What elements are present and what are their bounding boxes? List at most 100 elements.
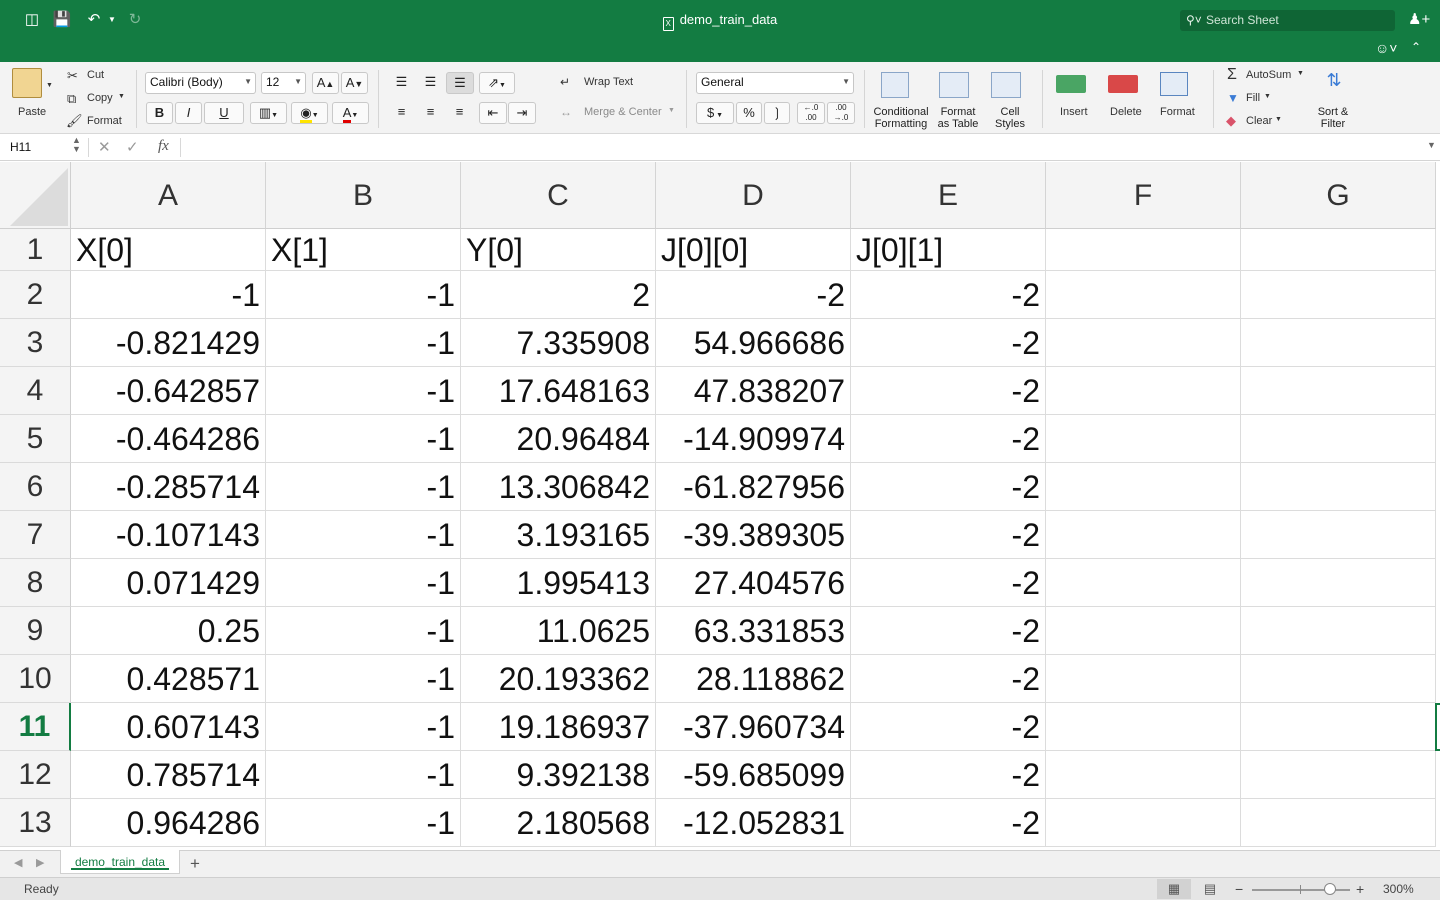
align-middle-button[interactable]: ☰ — [417, 72, 444, 94]
column-header-d[interactable]: D — [656, 162, 851, 229]
format-as-table-icon[interactable] — [939, 72, 969, 98]
next-sheet-icon[interactable]: ▶ — [36, 856, 44, 869]
row-header-4[interactable]: 4 — [0, 367, 71, 415]
zoom-out-button[interactable]: − — [1235, 878, 1243, 900]
cell-f6[interactable] — [1046, 463, 1241, 511]
fill-button[interactable]: Fill — [1246, 92, 1260, 104]
align-bottom-button[interactable]: ☰ — [446, 72, 474, 94]
cell-a11[interactable]: 0.607143 — [71, 703, 266, 751]
cell-f13[interactable] — [1046, 799, 1241, 847]
cell-d5[interactable]: -14.909974 — [656, 415, 851, 463]
delete-cells-icon[interactable] — [1108, 75, 1138, 93]
cell-d13[interactable]: -12.052831 — [656, 799, 851, 847]
zoom-level[interactable]: 300% — [1383, 878, 1414, 900]
align-left-button[interactable]: ≡ — [388, 102, 415, 124]
cell-g8[interactable] — [1241, 559, 1436, 607]
row-header-1[interactable]: 1 — [0, 229, 71, 271]
cell-c5[interactable]: 20.96484 — [461, 415, 656, 463]
increase-font-size-button[interactable]: A▲ — [312, 72, 339, 94]
zoom-in-button[interactable]: + — [1356, 878, 1364, 900]
cell-b1[interactable]: X[1] — [266, 229, 461, 271]
search-sheet-input[interactable]: ⚲˅ Search Sheet — [1180, 10, 1395, 31]
add-sheet-button[interactable]: + — [190, 854, 200, 874]
row-header-5[interactable]: 5 — [0, 415, 71, 463]
cell-d2[interactable]: -2 — [656, 271, 851, 319]
cell-d7[interactable]: -39.389305 — [656, 511, 851, 559]
cell-g6[interactable] — [1241, 463, 1436, 511]
bold-button[interactable]: B — [146, 102, 173, 124]
cell-e1[interactable]: J[0][1] — [851, 229, 1046, 271]
cell-b9[interactable]: -1 — [266, 607, 461, 655]
cell-c8[interactable]: 1.995413 — [461, 559, 656, 607]
row-header-6[interactable]: 6 — [0, 463, 71, 511]
cell-e2[interactable]: -2 — [851, 271, 1046, 319]
align-right-button[interactable]: ≡ — [446, 102, 473, 124]
row-header-2[interactable]: 2 — [0, 271, 71, 319]
cell-c10[interactable]: 20.193362 — [461, 655, 656, 703]
cell-c3[interactable]: 7.335908 — [461, 319, 656, 367]
insert-button[interactable]: Insert — [1060, 106, 1088, 118]
italic-button[interactable]: I — [175, 102, 202, 124]
cell-b10[interactable]: -1 — [266, 655, 461, 703]
cell-c6[interactable]: 13.306842 — [461, 463, 656, 511]
cell-styles-button[interactable]: Cell Styles — [988, 106, 1032, 130]
cell-a3[interactable]: -0.821429 — [71, 319, 266, 367]
name-box[interactable]: H11 — [6, 137, 82, 158]
cell-d10[interactable]: 28.118862 — [656, 655, 851, 703]
wrap-text-button[interactable]: Wrap Text — [584, 76, 633, 88]
paste-icon[interactable] — [12, 68, 42, 98]
cell-e6[interactable]: -2 — [851, 463, 1046, 511]
normal-view-button[interactable]: ▦ — [1157, 879, 1191, 899]
align-center-button[interactable]: ≡ — [417, 102, 444, 124]
column-header-c[interactable]: C — [461, 162, 656, 229]
cell-b13[interactable]: -1 — [266, 799, 461, 847]
cell-g2[interactable] — [1241, 271, 1436, 319]
cell-g13[interactable] — [1241, 799, 1436, 847]
clear-button[interactable]: Clear — [1246, 115, 1272, 127]
column-header-e[interactable]: E — [851, 162, 1046, 229]
clear-dropdown-icon[interactable]: ▼ — [1275, 116, 1282, 123]
cell-e10[interactable]: -2 — [851, 655, 1046, 703]
cell-e13[interactable]: -2 — [851, 799, 1046, 847]
cell-d11[interactable]: -37.960734 — [656, 703, 851, 751]
cell-b11[interactable]: -1 — [266, 703, 461, 751]
cell-a9[interactable]: 0.25 — [71, 607, 266, 655]
column-header-g[interactable]: G — [1241, 162, 1436, 229]
row-header-7[interactable]: 7 — [0, 511, 71, 559]
collapse-ribbon-icon[interactable]: ⌃ — [1411, 40, 1421, 54]
paste-button[interactable]: Paste — [18, 106, 46, 118]
underline-button[interactable]: U — [204, 102, 244, 124]
align-top-button[interactable]: ☰ — [388, 72, 415, 94]
cell-d4[interactable]: 47.838207 — [656, 367, 851, 415]
row-header-11[interactable]: 11 — [0, 703, 71, 751]
cell-c1[interactable]: Y[0] — [461, 229, 656, 271]
sort-filter-icon[interactable]: ⇅ — [1314, 70, 1354, 98]
cell-f1[interactable] — [1046, 229, 1241, 271]
paste-dropdown-icon[interactable]: ▼ — [46, 82, 53, 89]
copy-button[interactable]: Copy — [87, 92, 113, 104]
cut-button[interactable]: Cut — [87, 69, 104, 81]
row-header-3[interactable]: 3 — [0, 319, 71, 367]
cell-f7[interactable] — [1046, 511, 1241, 559]
cell-c9[interactable]: 11.0625 — [461, 607, 656, 655]
font-color-button[interactable]: A▼ — [332, 102, 369, 124]
cell-e12[interactable]: -2 — [851, 751, 1046, 799]
feedback-smiley-icon[interactable]: ☺˅ — [1375, 40, 1397, 56]
cell-g10[interactable] — [1241, 655, 1436, 703]
row-header-9[interactable]: 9 — [0, 607, 71, 655]
decrease-indent-button[interactable]: ⇤ — [479, 102, 507, 124]
fill-color-button[interactable]: ◉▼ — [291, 102, 328, 124]
cell-g11[interactable] — [1241, 703, 1436, 751]
fill-dropdown-icon[interactable]: ▼ — [1264, 93, 1271, 100]
cell-d6[interactable]: -61.827956 — [656, 463, 851, 511]
number-format-select[interactable]: General ▼ — [696, 72, 854, 94]
format-cells-icon[interactable] — [1160, 72, 1188, 96]
cell-a6[interactable]: -0.285714 — [71, 463, 266, 511]
zoom-slider-thumb[interactable] — [1324, 883, 1336, 895]
increase-decimal-button[interactable]: ←.0.00 — [797, 102, 825, 124]
copy-dropdown-icon[interactable]: ▼ — [118, 93, 125, 100]
cell-g4[interactable] — [1241, 367, 1436, 415]
row-header-10[interactable]: 10 — [0, 655, 71, 703]
cell-f8[interactable] — [1046, 559, 1241, 607]
row-header-12[interactable]: 12 — [0, 751, 71, 799]
